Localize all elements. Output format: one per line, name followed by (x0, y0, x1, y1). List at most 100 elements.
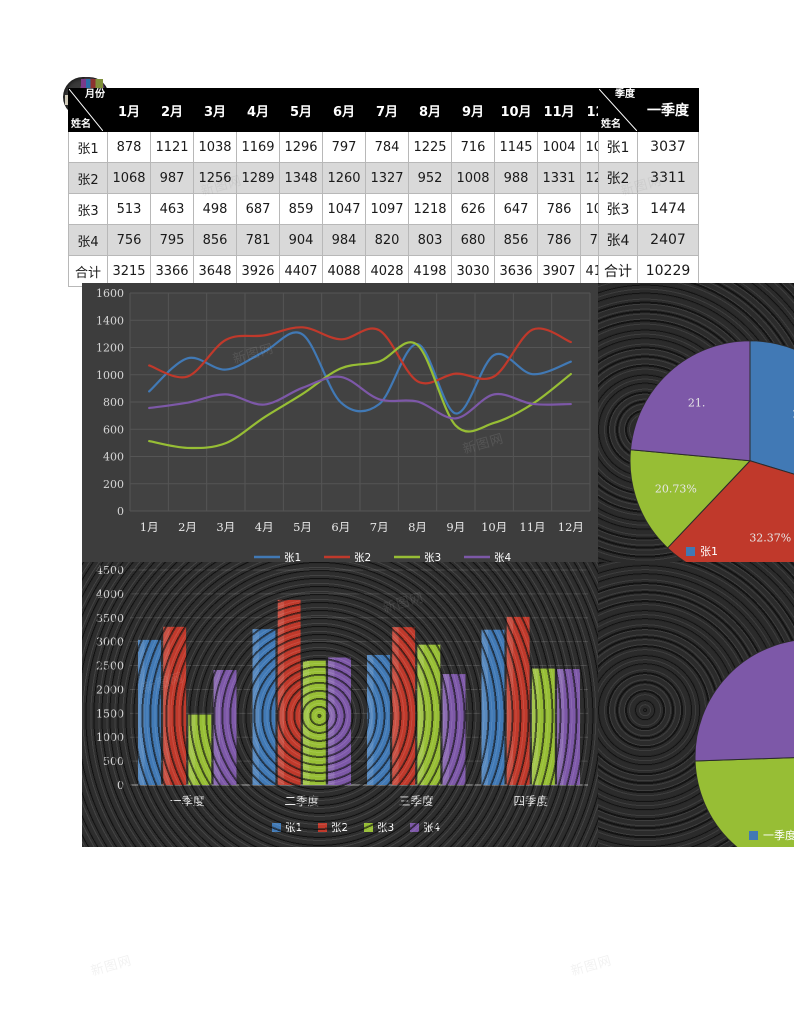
cell[interactable]: 1260 (322, 162, 366, 194)
cell[interactable]: 4198 (408, 255, 452, 287)
cell[interactable]: 784 (365, 131, 409, 163)
col-header-m10: 10月 (494, 88, 538, 132)
monthly-line-chart[interactable]: 0 200 400 600 800 1000 1200 1400 1600 1月 2月 3月 4月 5月 6… (82, 283, 598, 565)
cell[interactable]: 687 (236, 193, 280, 225)
monthly-data-table[interactable]: 月份 姓名 1月 2月 3月 4月 5月 6月 7月 8月 9月 10月 11月… (68, 88, 671, 287)
cell[interactable]: 4028 (365, 255, 409, 287)
cell[interactable]: 756 (107, 224, 151, 256)
pie-chart-1-canvas: 29.69%32.37%20.73%21.张1 (629, 340, 794, 565)
cell[interactable]: 1121 (150, 131, 194, 163)
cell[interactable]: 647 (494, 193, 538, 225)
cell[interactable]: 4407 (279, 255, 323, 287)
cell[interactable]: 1256 (193, 162, 237, 194)
cell[interactable]: 10229 (637, 255, 699, 287)
cell[interactable]: 1225 (408, 131, 452, 163)
cell[interactable]: 626 (451, 193, 495, 225)
row-label: 张1 (598, 131, 638, 163)
cell[interactable]: 4088 (322, 255, 366, 287)
table-row[interactable]: 张3 1474 (598, 193, 699, 225)
cell[interactable]: 2407 (637, 224, 699, 256)
table-row[interactable]: 张4 756 795 856 781 904 984 820 803 680 8… (68, 224, 671, 256)
row-label: 张2 (598, 162, 638, 194)
cell[interactable]: 3648 (193, 255, 237, 287)
svg-text:1000: 1000 (96, 369, 124, 382)
corner-label-name: 姓名 (71, 119, 91, 130)
table-row[interactable]: 张3 513 463 498 687 859 1047 1097 1218 62… (68, 193, 671, 225)
quarter-data-table[interactable]: 季度 姓名 一季度 张1 3037 张2 3311 张3 1474 张4 240… (598, 88, 699, 287)
cell[interactable]: 1474 (637, 193, 699, 225)
cell[interactable]: 1327 (365, 162, 409, 194)
employee-pie-chart[interactable]: 29.69%32.37%20.73%21.张1 (598, 283, 794, 565)
cell[interactable]: 1047 (322, 193, 366, 225)
cell[interactable]: 1169 (236, 131, 280, 163)
cell[interactable]: 3926 (236, 255, 280, 287)
table-row-total[interactable]: 合计 3215 3366 3648 3926 4407 4088 4028 41… (68, 255, 671, 287)
cell[interactable]: 1004 (537, 131, 581, 163)
svg-text:600: 600 (103, 423, 124, 436)
svg-text:三季度: 三季度 (399, 794, 434, 808)
cell[interactable]: 904 (279, 224, 323, 256)
table-row[interactable]: 张1 3037 (598, 131, 699, 163)
cell[interactable]: 3037 (637, 131, 699, 163)
cell[interactable]: 3366 (150, 255, 194, 287)
table-row[interactable]: 张2 3311 (598, 162, 699, 194)
svg-text:12月: 12月 (558, 520, 584, 534)
cell[interactable]: 987 (150, 162, 194, 194)
svg-text:1500: 1500 (96, 707, 124, 720)
cell[interactable]: 859 (279, 193, 323, 225)
pie-chart-2-canvas: 一季度 (694, 640, 794, 847)
cell[interactable]: 3636 (494, 255, 538, 287)
cell[interactable]: 781 (236, 224, 280, 256)
cell[interactable]: 1068 (107, 162, 151, 194)
cell[interactable]: 820 (365, 224, 409, 256)
cell[interactable]: 795 (150, 224, 194, 256)
cell[interactable]: 803 (408, 224, 452, 256)
cell[interactable]: 3311 (637, 162, 699, 194)
cell[interactable]: 498 (193, 193, 237, 225)
table-row-total[interactable]: 合计 10229 (598, 255, 699, 287)
cell[interactable]: 1145 (494, 131, 538, 163)
cell[interactable]: 952 (408, 162, 452, 194)
cell[interactable]: 1348 (279, 162, 323, 194)
svg-text:2500: 2500 (96, 660, 124, 673)
col-header-m1: 1月 (107, 88, 151, 132)
cell[interactable]: 878 (107, 131, 151, 163)
cell[interactable]: 786 (537, 193, 581, 225)
cell[interactable]: 1008 (451, 162, 495, 194)
svg-text:4000: 4000 (96, 588, 124, 601)
cell[interactable]: 3215 (107, 255, 151, 287)
cell[interactable]: 1038 (193, 131, 237, 163)
cell[interactable]: 984 (322, 224, 366, 256)
svg-text:张4: 张4 (423, 822, 440, 834)
col-header-m2: 2月 (150, 88, 194, 132)
cell[interactable]: 716 (451, 131, 495, 163)
table-row[interactable]: 张1 878 1121 1038 1169 1296 797 784 1225 … (68, 131, 671, 163)
svg-text:4月: 4月 (255, 520, 274, 534)
cell[interactable]: 1218 (408, 193, 452, 225)
cell[interactable]: 3907 (537, 255, 581, 287)
svg-text:张1: 张1 (700, 545, 718, 558)
row-label: 张3 (598, 193, 638, 225)
quarter-pie-chart[interactable]: 一季度 (598, 562, 794, 847)
cell[interactable]: 513 (107, 193, 151, 225)
cell[interactable]: 786 (537, 224, 581, 256)
cell[interactable]: 3030 (451, 255, 495, 287)
cell[interactable]: 1296 (279, 131, 323, 163)
cell[interactable]: 988 (494, 162, 538, 194)
svg-text:1600: 1600 (96, 287, 124, 300)
quarter-corner-label-quarter: 季度 (615, 89, 635, 100)
cell[interactable]: 1289 (236, 162, 280, 194)
cell[interactable]: 680 (451, 224, 495, 256)
table-row[interactable]: 张2 1068 987 1256 1289 1348 1260 1327 952… (68, 162, 671, 194)
svg-text:0: 0 (117, 779, 124, 792)
cell[interactable]: 856 (193, 224, 237, 256)
svg-text:20.73%: 20.73% (655, 483, 697, 496)
svg-text:7月: 7月 (370, 520, 389, 534)
cell[interactable]: 1097 (365, 193, 409, 225)
cell[interactable]: 797 (322, 131, 366, 163)
cell[interactable]: 856 (494, 224, 538, 256)
quarterly-bar-chart[interactable]: 0 500 1000 1500 2000 2500 3000 3500 4000 4500 一季度 二… (82, 562, 598, 847)
cell[interactable]: 1331 (537, 162, 581, 194)
table-row[interactable]: 张4 2407 (598, 224, 699, 256)
cell[interactable]: 463 (150, 193, 194, 225)
